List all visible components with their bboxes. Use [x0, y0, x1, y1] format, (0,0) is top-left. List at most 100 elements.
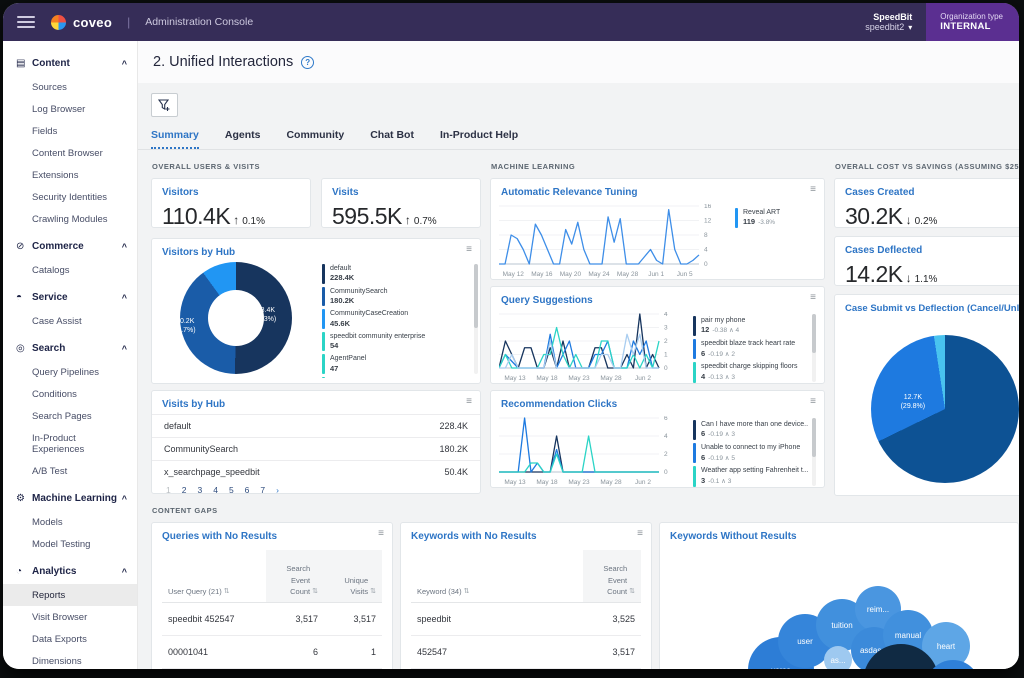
sidebar-item-a-b-test[interactable]: A/B Test	[3, 460, 137, 482]
pagination-page-5[interactable]: 5	[229, 485, 234, 495]
legend-item: CommunityCaseCreation 45.6K	[322, 309, 468, 329]
add-filter-button[interactable]	[151, 93, 178, 117]
legend-item: Weather app setting Fahrenheit t... 3 -0.…	[693, 466, 808, 487]
logo-text: coveo	[73, 14, 113, 30]
tab-community[interactable]: Community	[286, 129, 344, 149]
tab-summary[interactable]: Summary	[151, 129, 199, 149]
legend-swatch	[322, 309, 325, 329]
sidebar-item-reports[interactable]: Reports	[3, 584, 137, 606]
card-menu-icon[interactable]: ≡	[637, 529, 643, 539]
chevron-up-icon: ^	[121, 292, 127, 303]
sidebar-item-data-exports[interactable]: Data Exports	[3, 628, 137, 650]
keywords-no-results-title[interactable]: Keywords with No Results	[401, 523, 651, 546]
stat-title[interactable]: Cases Created	[835, 179, 1019, 202]
column-header-keyword-34[interactable]: Keyword (34) ⇅	[411, 550, 583, 602]
keywords-without-results-title[interactable]: Keywords Without Results	[660, 523, 1018, 546]
card-menu-icon[interactable]: ≡	[810, 185, 816, 195]
sidebar-item-visit-browser[interactable]: Visit Browser	[3, 606, 137, 628]
stat-title[interactable]: Visitors	[152, 179, 310, 202]
section-label-cost-savings: OVERALL COST VS SAVINGS (ASSUMING $25 PE…	[835, 162, 1019, 171]
sidebar-item-conditions[interactable]: Conditions	[3, 383, 137, 405]
card-menu-icon[interactable]: ≡	[810, 293, 816, 303]
sidebar-item-case-assist[interactable]: Case Assist	[3, 310, 137, 332]
sidebar-item-security-identities[interactable]: Security Identities	[3, 186, 137, 208]
pagination-page-4[interactable]: 4	[213, 485, 218, 495]
column-header-unique-visits[interactable]: Unique Visits ⇅	[324, 550, 382, 602]
sidebar-item-models[interactable]: Models	[3, 511, 137, 533]
pagination-page-2[interactable]: 2	[182, 485, 187, 495]
sidebar-section-machine-learning[interactable]: ⚙ Machine Learning ^	[3, 486, 137, 511]
sidebar-item-model-testing[interactable]: Model Testing	[3, 533, 137, 555]
query-suggestions-title[interactable]: Query Suggestions	[491, 287, 824, 310]
sidebar-item-catalogs[interactable]: Catalogs	[3, 259, 137, 281]
stat-title[interactable]: Cases Deflected	[835, 237, 1019, 260]
svg-text:Jun 2: Jun 2	[635, 375, 651, 382]
org-type-value: INTERNAL	[940, 21, 991, 32]
sidebar-item-content-browser[interactable]: Content Browser	[3, 142, 137, 164]
tab-in-product-help[interactable]: In-Product Help	[440, 129, 518, 149]
case-submit-deflection-card: Case Submit vs Deflection (Cancel/Unload…	[834, 294, 1019, 496]
tab-agents[interactable]: Agents	[225, 129, 261, 149]
commerce-icon: ⊘	[16, 241, 25, 252]
help-icon[interactable]: ?	[301, 55, 315, 69]
org-switcher[interactable]: SpeedBit speedbit2 ▾	[865, 12, 912, 32]
sidebar-item-crawling-modules[interactable]: Crawling Modules	[3, 208, 137, 230]
pagination-page-1[interactable]: 1	[166, 485, 171, 495]
svg-text:May 13: May 13	[504, 479, 526, 486]
tab-chat-bot[interactable]: Chat Bot	[370, 129, 414, 149]
art-line-chart[interactable]: 0 4 8 12 16 May 12 May 16 May 20 May 24 May 28 Jun…	[499, 204, 727, 278]
art-title[interactable]: Automatic Relevance Tuning	[491, 179, 824, 202]
queries-no-results-title[interactable]: Queries with No Results	[152, 523, 392, 546]
keywords-without-results-card: Keywords Without Results versausertuitio…	[659, 522, 1019, 669]
sidebar-item-query-pipelines[interactable]: Query Pipelines	[3, 361, 137, 383]
page-header: 2. Unified Interactions ?	[138, 41, 1019, 83]
column-header-user-query-21[interactable]: User Query (21) ⇅	[162, 550, 266, 602]
svg-text:0: 0	[664, 469, 668, 476]
sidebar-item-extensions[interactable]: Extensions	[3, 164, 137, 186]
card-menu-icon[interactable]: ≡	[466, 397, 472, 407]
legend-scrollbar[interactable]	[812, 314, 816, 382]
legend-scrollbar[interactable]	[474, 264, 478, 374]
sidebar-section-search[interactable]: ◎ Search ^	[3, 336, 137, 361]
pagination-next[interactable]: ›	[276, 485, 279, 495]
card-menu-icon[interactable]: ≡	[466, 245, 472, 255]
pagination-page-7[interactable]: 7	[260, 485, 265, 495]
column-header-search-event-count[interactable]: Search Event Count ⇅	[266, 550, 324, 602]
card-menu-icon[interactable]: ≡	[810, 397, 816, 407]
bubble-as[interactable]: as...	[824, 646, 852, 669]
machine-learning-icon: ⚙	[16, 493, 25, 504]
svg-text:2: 2	[664, 338, 668, 345]
svg-text:1: 1	[664, 352, 668, 359]
sidebar-section-service[interactable]: ◓ Service ^	[3, 285, 137, 310]
sidebar-item-search-pages[interactable]: Search Pages	[3, 405, 137, 427]
sidebar-item-fields[interactable]: Fields	[3, 120, 137, 142]
hamburger-menu-icon[interactable]	[17, 13, 35, 31]
recommendation-clicks-line-chart[interactable]: 0 2 4 6 May 13 May 18 May 23 May 28 Jun 2	[499, 416, 685, 486]
card-menu-icon[interactable]: ≡	[378, 529, 384, 539]
query-suggestions-line-chart[interactable]: 0 1 2 3 4 May 13 May 18 May 23 May 28 Jun 2	[499, 312, 685, 382]
visitors-by-hub-title[interactable]: Visitors by Hub	[152, 239, 480, 262]
svg-text:4: 4	[664, 312, 668, 318]
stat-title[interactable]: Visits	[322, 179, 480, 202]
sidebar-item-in-product-experiences[interactable]: In-Product Experiences	[3, 427, 137, 460]
column-header-search-event-count[interactable]: Search Event Count ⇅	[583, 550, 641, 602]
svg-text:0: 0	[664, 365, 668, 372]
legend-scrollbar[interactable]	[812, 418, 816, 486]
keywords-bubble-chart[interactable]: versausertuitionreim...asdas...manualhea…	[660, 546, 1018, 669]
recommendation-clicks-title[interactable]: Recommendation Clicks	[491, 391, 824, 414]
sidebar-section-commerce[interactable]: ⊘ Commerce ^	[3, 234, 137, 259]
visits-by-hub-title[interactable]: Visits by Hub	[152, 391, 480, 414]
pagination-page-6[interactable]: 6	[245, 485, 250, 495]
svg-text:May 18: May 18	[536, 375, 558, 382]
sidebar-item-dimensions[interactable]: Dimensions	[3, 650, 137, 669]
cases-deflected-stat-card: Cases Deflected 14.2K ↓ 1.1%	[834, 236, 1019, 287]
coveo-logo-icon	[51, 14, 66, 30]
pagination-page-3[interactable]: 3	[197, 485, 202, 495]
main-area: 2. Unified Interactions ? Summary Agents C…	[138, 41, 1019, 669]
sidebar-section-analytics[interactable]: ◔ Analytics ^	[3, 559, 137, 584]
case-submit-pie-chart[interactable]	[871, 335, 1019, 483]
sidebar-item-sources[interactable]: Sources	[3, 76, 137, 98]
sidebar-section-content[interactable]: ▤ Content ^	[3, 51, 137, 76]
case-submit-title[interactable]: Case Submit vs Deflection (Cancel/Unload…	[835, 295, 1019, 318]
sidebar-item-log-browser[interactable]: Log Browser	[3, 98, 137, 120]
